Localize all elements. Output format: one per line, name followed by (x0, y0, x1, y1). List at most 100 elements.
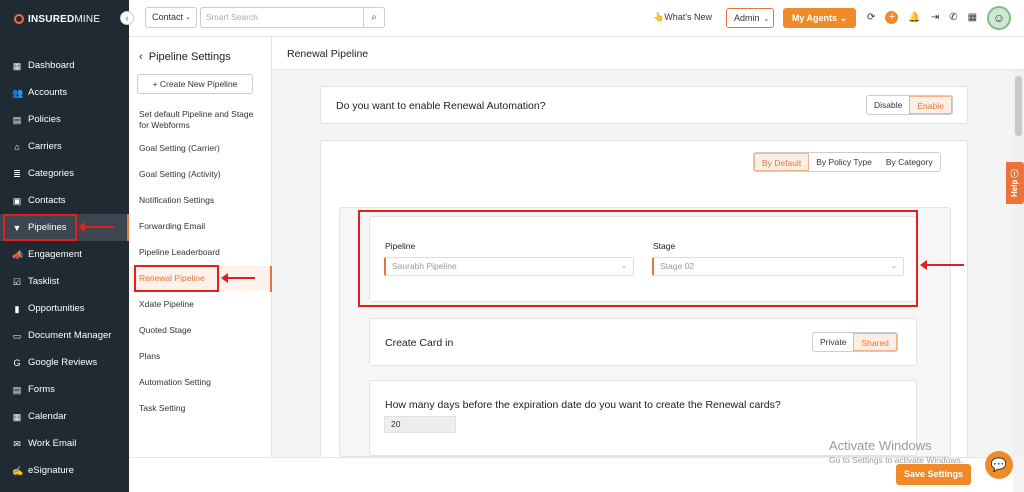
chat-icon[interactable]: 💬 (985, 451, 1013, 479)
settings-nav-list: Set default Pipeline and Stage for Webfo… (129, 105, 272, 414)
main-sidebar: INSUREDMINE ▦ Dashboard 👥 Accounts ▤ Polici… (0, 0, 129, 492)
page-title: Renewal Pipeline (287, 48, 369, 60)
stage-select[interactable]: Stage 02 ⌄ (652, 257, 904, 276)
collapse-sidebar-button[interactable]: ‹ (120, 11, 134, 25)
sidebar-item-esignature[interactable]: ✍ eSignature (0, 457, 129, 484)
top-bar: Contact ⌄ Smart Search ⌕ 👆What's New Admi… (129, 0, 1024, 37)
settings-item-goal-activity[interactable]: Goal Setting (Activity) (129, 169, 272, 180)
page-header: Renewal Pipeline (272, 37, 1024, 70)
create-new-pipeline-button[interactable]: + Create New Pipeline (137, 74, 253, 94)
settings-item-webforms[interactable]: Set default Pipeline and Stage for Webfo… (129, 107, 272, 133)
sidebar-item-contacts[interactable]: ▣ Contacts (0, 187, 129, 214)
pipelines-icon: ▼ (12, 222, 22, 233)
forms-icon: ▤ (12, 384, 22, 395)
policies-icon: ▤ (12, 114, 22, 125)
settings-item-task[interactable]: Task Setting (129, 403, 272, 414)
automation-toggle: Disable Enable (866, 95, 953, 115)
categories-icon: ≣ (13, 168, 21, 179)
create-card-in-card: Create Card in Private Shared (369, 318, 917, 366)
folder-icon: ▭ (12, 330, 22, 341)
sidebar-item-document-manager[interactable]: ▭ Document Manager (0, 322, 129, 349)
chevron-down-icon: ⌄ (185, 14, 191, 21)
sidebar-item-tasklist[interactable]: ☑ Tasklist (0, 268, 129, 295)
sidebar-item-dashboard[interactable]: ▦ Dashboard (0, 52, 129, 79)
tab-by-policy-type[interactable]: By Policy Type (809, 153, 879, 171)
sidebar-item-policies[interactable]: ▤ Policies (0, 106, 129, 133)
calendar-icon: ▦ (12, 411, 22, 422)
automation-question: Do you want to enable Renewal Automation… (336, 100, 546, 112)
bell-icon[interactable]: 🔔 (908, 12, 920, 23)
whats-new-link[interactable]: 👆What's New (653, 12, 712, 23)
chevron-down-icon: ⌄ (891, 263, 897, 270)
pipeline-stage-card: Pipeline Saurabh Pipeline ⌄ Stage Stage 0… (369, 216, 917, 302)
logo-text-thin: MINE (74, 13, 101, 25)
my-agents-button[interactable]: My Agents ⌄ (783, 8, 856, 28)
settings-item-quoted-stage[interactable]: Quoted Stage (129, 325, 272, 336)
enable-button[interactable]: Enable (909, 96, 952, 114)
dashboard-icon: ▦ (12, 60, 22, 71)
signature-icon: ✍ (12, 465, 24, 476)
settings-item-notification[interactable]: Notification Settings (129, 195, 272, 206)
opportunities-icon: ▮ (14, 303, 20, 314)
settings-item-leaderboard[interactable]: Pipeline Leaderboard (129, 247, 272, 258)
pipeline-select[interactable]: Saurabh Pipeline ⌄ (384, 257, 634, 276)
annotation-arrow-pipeline-stage (920, 260, 964, 270)
calculator-icon[interactable]: ▦ (968, 12, 977, 23)
email-icon: ✉ (13, 438, 21, 449)
scrollbar-thumb[interactable] (1015, 76, 1022, 136)
sidebar-item-categories[interactable]: ≣ Categories (0, 160, 129, 187)
contacts-icon: ▣ (12, 195, 22, 206)
help-tab[interactable]: Help ⓘ (1006, 162, 1024, 204)
add-icon[interactable]: + (885, 11, 899, 24)
settings-item-forwarding-email[interactable]: Forwarding Email (129, 221, 272, 232)
tab-by-default[interactable]: By Default (754, 153, 810, 171)
top-icon-group: ⟳ + 🔔 ⇥ ✆ ▦ (867, 11, 977, 24)
sidebar-item-carriers[interactable]: ⌂ Carriers (0, 133, 129, 160)
windows-activation-watermark: Activate Windows Go to Settings to activ… (829, 438, 964, 465)
sidebar-item-opportunities[interactable]: ▮ Opportunities (0, 295, 129, 322)
settings-item-automation[interactable]: Automation Setting (129, 377, 272, 388)
card-visibility-toggle: Private Shared (812, 332, 898, 352)
main-nav: ▦ Dashboard 👥 Accounts ▤ Policies ⌂ Carriers… (0, 52, 129, 484)
sidebar-item-google-reviews[interactable]: G Google Reviews (0, 349, 129, 376)
automation-card: Do you want to enable Renewal Automation… (320, 86, 968, 124)
logo-mark-icon (14, 14, 24, 24)
brand-logo[interactable]: INSUREDMINE (0, 0, 129, 38)
sidebar-item-accounts[interactable]: 👥 Accounts (0, 79, 129, 106)
renewal-days-input[interactable]: 20 (384, 416, 456, 433)
annotation-arrow-pipelines (78, 222, 114, 232)
settings-item-xdate-pipeline[interactable]: Xdate Pipeline (129, 299, 272, 310)
sidebar-item-engagement[interactable]: 📣 Engagement (0, 241, 129, 268)
sidebar-item-forms[interactable]: ▤ Forms (0, 376, 129, 403)
signout-icon[interactable]: ⇥ (931, 12, 939, 23)
user-avatar[interactable]: ☺ (987, 6, 1011, 30)
tab-by-category[interactable]: By Category (878, 153, 940, 171)
settings-nav-title[interactable]: ‹ Pipeline Settings (139, 51, 231, 63)
mode-tabs: By Default By Policy Type By Category (753, 152, 941, 172)
private-button[interactable]: Private (813, 333, 854, 351)
settings-item-goal-carrier[interactable]: Goal Setting (Carrier) (129, 143, 272, 154)
smart-search-input[interactable]: Smart Search (200, 7, 364, 28)
disable-button[interactable]: Disable (867, 96, 910, 114)
annotation-arrow-renewal (221, 273, 255, 283)
stage-label: Stage (653, 241, 676, 251)
engagement-icon: 📣 (12, 249, 24, 260)
search-icon[interactable]: ⌕ (363, 7, 385, 28)
accounts-icon: 👥 (12, 87, 24, 98)
pipeline-settings-nav: ‹ Pipeline Settings + Create New Pipelin… (129, 37, 272, 492)
contact-type-select[interactable]: Contact ⌄ (145, 7, 197, 28)
admin-select[interactable]: Admin ⌄ (726, 8, 774, 28)
create-card-label: Create Card in (385, 337, 454, 349)
settings-item-plans[interactable]: Plans (129, 351, 272, 362)
sidebar-item-work-email[interactable]: ✉ Work Email (0, 430, 129, 457)
save-settings-button[interactable]: Save Settings (896, 464, 971, 485)
shared-button[interactable]: Shared (853, 333, 897, 351)
chevron-down-icon: ⌄ (621, 263, 627, 270)
scrollbar[interactable] (1013, 70, 1024, 457)
sidebar-item-calendar[interactable]: ▦ Calendar (0, 403, 129, 430)
google-icon: G (13, 357, 21, 368)
refresh-icon[interactable]: ⟳ (867, 12, 875, 23)
hand-icon: 👆 (653, 12, 665, 22)
phone-icon[interactable]: ✆ (949, 12, 957, 23)
chevron-down-icon: ⌄ (763, 16, 770, 23)
